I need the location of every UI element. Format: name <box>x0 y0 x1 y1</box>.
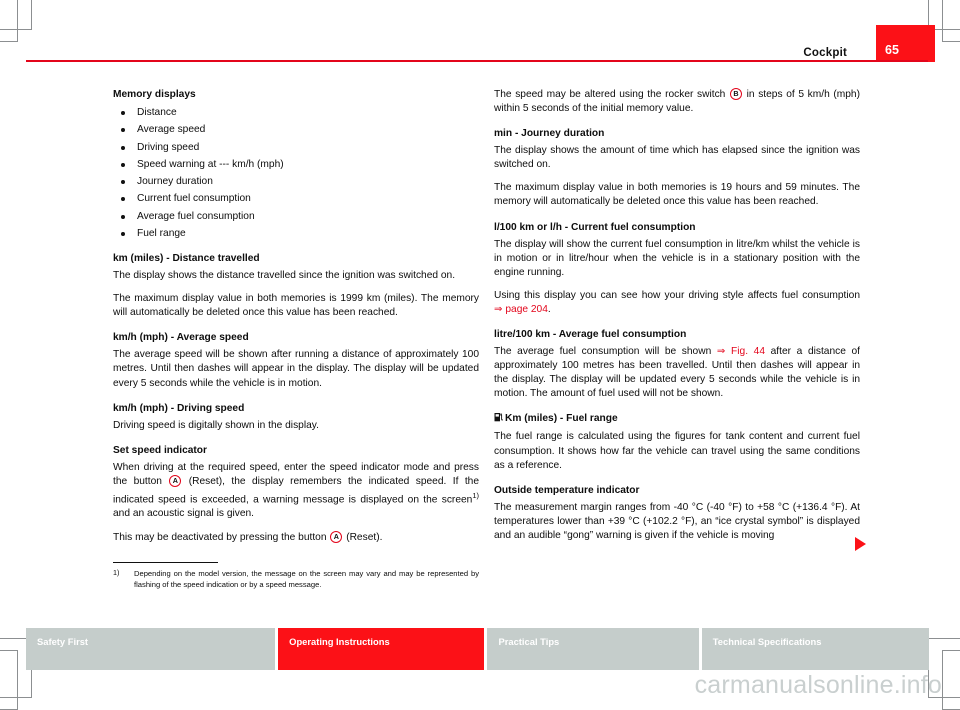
list-item: Distance <box>113 106 479 119</box>
distance-travelled-heading: km (miles) - Distance travelled <box>113 253 260 265</box>
section-journey-duration: min - Journey duration The display shows… <box>494 127 860 209</box>
crop-mark-bottom-left-b <box>0 650 18 710</box>
section-fuel-range: Km (miles) - Fuel range The fuel range i… <box>494 412 860 472</box>
driving-speed-heading: km/h (mph) - Driving speed <box>113 402 245 414</box>
page-header: Cockpit 65 <box>0 0 960 66</box>
paragraph-text: (Reset). <box>346 531 383 543</box>
footnote-number: 1) <box>113 568 120 578</box>
footer-tab-practical-tips[interactable]: Practical Tips <box>487 628 699 670</box>
watermark: carmanualsonline.info <box>694 671 942 699</box>
footnote-rule <box>113 562 218 564</box>
paragraph: When driving at the required speed, ente… <box>113 461 479 522</box>
fuel-pump-icon <box>494 412 503 427</box>
button-a-badge-icon: A <box>330 530 343 543</box>
paragraph: The display shows the distance travelled… <box>113 270 456 282</box>
paragraph-text: Using this display you can see how your … <box>494 289 860 301</box>
paragraph: The display will show the current fuel c… <box>494 238 860 278</box>
paragraph: The average fuel consumption will be sho… <box>494 345 860 401</box>
paragraph: The fuel range is calculated using the f… <box>494 431 860 471</box>
paragraph: This may be deactivated by pressing the … <box>113 530 479 545</box>
set-speed-indicator-heading: Set speed indicator <box>113 444 207 456</box>
left-column: Memory displays Distance Average speed D… <box>113 88 479 556</box>
page-content: Memory displays Distance Average speed D… <box>0 88 960 608</box>
section-set-speed-indicator: Set speed indicator When driving at the … <box>113 444 479 545</box>
section-average-speed: km/h (mph) - Average speed The average s… <box>113 331 479 390</box>
average-fuel-consumption-heading: litre/100 km - Average fuel consumption <box>494 329 687 341</box>
page-number: 65 <box>885 43 899 57</box>
footer-tab-safety-first[interactable]: Safety First <box>26 628 276 670</box>
page-number-badge: 65 <box>876 25 935 62</box>
list-item: Current fuel consumption <box>113 192 479 205</box>
paragraph: The average speed will be shown after ru… <box>113 349 479 389</box>
footnote-reference: 1) <box>472 490 479 500</box>
footer-nav: Safety First Operating Instructions Prac… <box>26 628 929 670</box>
footnote-row: 1) Depending on the model version, the m… <box>113 568 479 590</box>
section-average-fuel-consumption: litre/100 km - Average fuel consumption … <box>494 328 860 401</box>
paragraph: The speed may be altered using the rocke… <box>494 88 860 116</box>
list-item: Speed warning at --- km/h (mph) <box>113 158 479 171</box>
journey-duration-heading: min - Journey duration <box>494 128 605 140</box>
paragraph-text: The average fuel consumption will be sho… <box>494 346 712 358</box>
continuation-arrow-icon <box>855 537 866 551</box>
paragraph-text: (Reset), the display remembers the indic… <box>113 475 479 506</box>
fuel-range-heading: Km (miles) - Fuel range <box>494 412 860 427</box>
paragraph-text: . <box>547 303 551 315</box>
button-a-badge-icon: A <box>169 474 182 487</box>
section-outside-temperature: Outside temperature indicator The measur… <box>494 484 860 543</box>
list-item: Fuel range <box>113 227 479 240</box>
section-memory-displays: Memory displays Distance Average speed D… <box>113 88 479 240</box>
list-item: Average fuel consumption <box>113 210 479 223</box>
footnote-block: 1) Depending on the model version, the m… <box>113 562 479 590</box>
paragraph: The maximum display value in both memori… <box>113 293 479 319</box>
cross-reference-link[interactable]: ⇒ Fig. 44 <box>717 346 765 357</box>
page-title: Cockpit <box>803 47 847 59</box>
paragraph-text: The speed may be altered using the rocke… <box>494 89 726 100</box>
paragraph-text: This may be deactivated by pressing the … <box>113 531 327 543</box>
memory-displays-heading: Memory displays <box>113 89 196 100</box>
footer-tab-technical-specifications[interactable]: Technical Specifications <box>701 628 929 670</box>
memory-displays-list: Distance Average speed Driving speed Spe… <box>113 106 479 240</box>
cross-reference-link[interactable]: ⇒ page 204 <box>494 304 548 315</box>
paragraph: Driving speed is digitally shown in the … <box>113 419 319 431</box>
list-item: Average speed <box>113 123 479 136</box>
paragraph: The display shows the amount of time whi… <box>494 145 860 171</box>
footer-tab-operating-instructions[interactable]: Operating Instructions <box>278 628 485 670</box>
header-rule <box>26 60 928 62</box>
paragraph: Using this display you can see how your … <box>494 289 860 317</box>
section-driving-speed: km/h (mph) - Driving speed Driving speed… <box>113 402 479 433</box>
button-b-badge-icon: B <box>729 88 742 100</box>
average-speed-heading: km/h (mph) - Average speed <box>113 332 249 344</box>
section-distance-travelled: km (miles) - Distance travelled The disp… <box>113 252 479 320</box>
fuel-range-heading-text: Km (miles) - Fuel range <box>505 413 618 425</box>
footnote-text: Depending on the model version, the mess… <box>134 569 479 589</box>
section-rocker-switch: The speed may be altered using the rocke… <box>494 88 860 116</box>
current-fuel-consumption-heading: l/100 km or l/h - Current fuel consumpti… <box>494 221 696 233</box>
list-item: Driving speed <box>113 141 479 154</box>
right-column: The speed may be altered using the rocke… <box>494 88 860 554</box>
list-item: Journey duration <box>113 175 479 188</box>
crop-mark-bottom-right-b <box>942 650 960 710</box>
section-current-fuel-consumption: l/100 km or l/h - Current fuel consumpti… <box>494 221 860 317</box>
paragraph: The measurement margin ranges from -40 °… <box>494 501 860 541</box>
paragraph: The maximum display value in both memori… <box>494 182 860 208</box>
outside-temperature-heading: Outside temperature indicator <box>494 484 640 496</box>
paragraph-text: and an acoustic signal is given. <box>113 508 255 520</box>
